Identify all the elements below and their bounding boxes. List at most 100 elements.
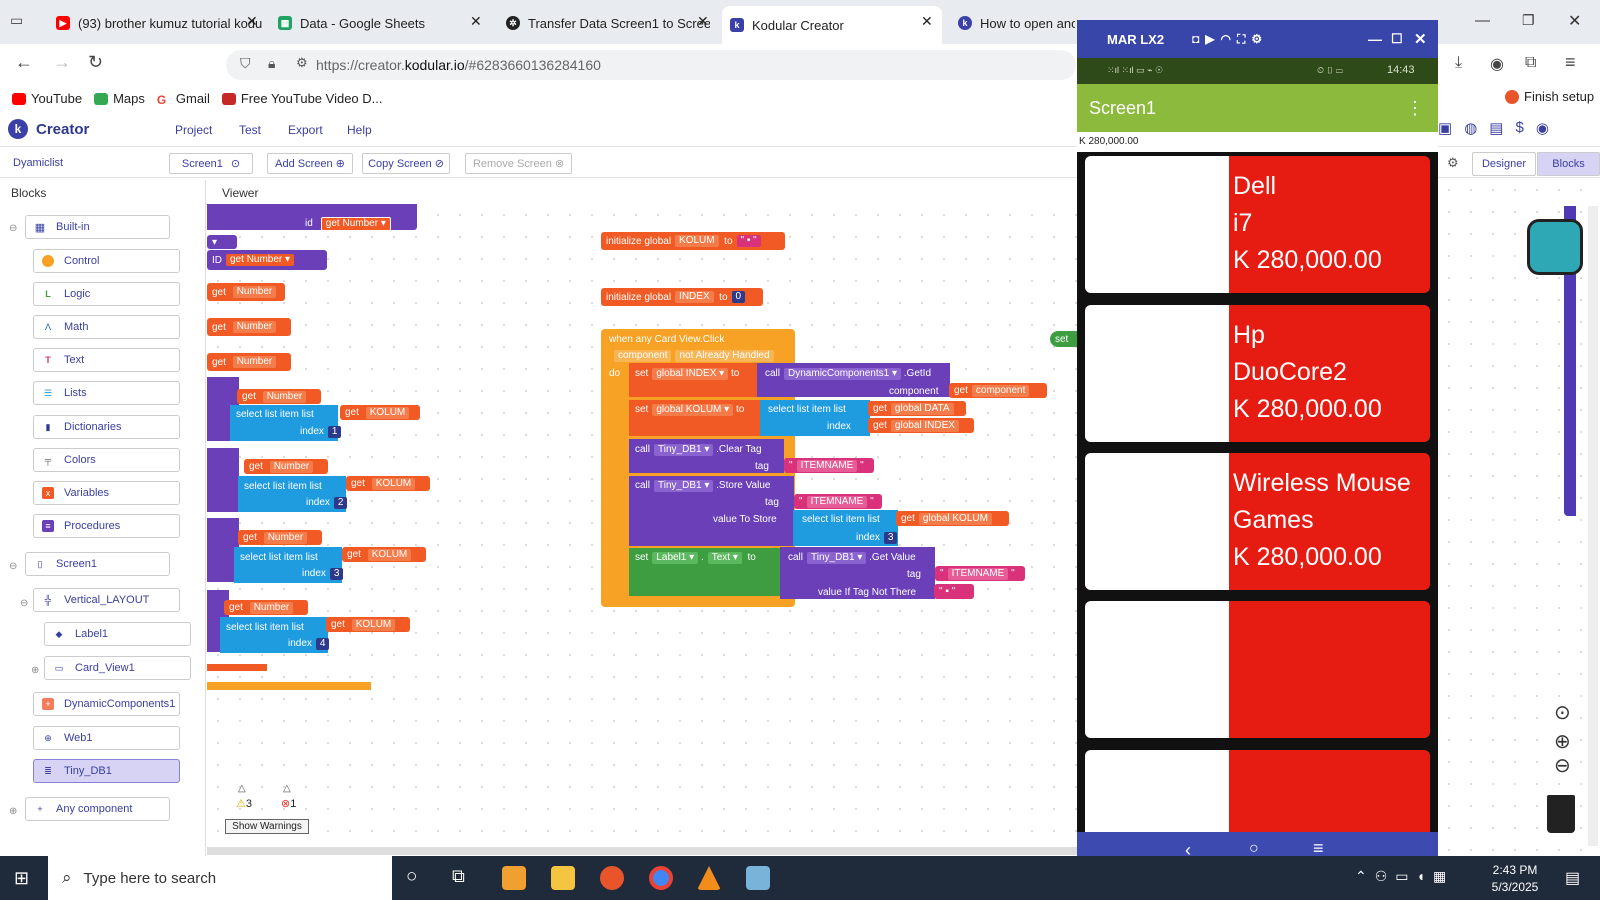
settings-icon[interactable]: ⚙ [1447,155,1459,171]
minimize-icon[interactable]: — [1368,31,1382,47]
close-icon[interactable]: ✕ [1414,30,1427,48]
product-card[interactable] [1085,750,1430,832]
close-tab-icon[interactable]: ✕ [921,13,933,30]
screen-selector[interactable]: Screen1 ⊙ [169,153,253,174]
get-number[interactable]: get Number ▾ [226,254,295,266]
download-icon[interactable]: ⤓ [1455,54,1462,72]
block-get-global-data[interactable]: get global DATA [868,401,966,416]
clock[interactable]: 2:43 PM 5/3/2025 [1475,862,1555,896]
product-card[interactable] [1085,601,1430,738]
palette-icon[interactable]: ◍ [1464,119,1477,137]
bookmark-free-youtube[interactable]: Free YouTube Video D... [221,91,383,106]
block-get-number[interactable]: get Number [237,389,321,404]
maximize-icon[interactable]: ☐ [1391,31,1403,47]
screen-icon[interactable]: ▣ [1438,119,1452,137]
var-dropdown[interactable]: global KOLUM ▾ [652,403,734,416]
empty-string[interactable]: " ▪ " [736,235,761,247]
block-get-global-kolum[interactable]: get global KOLUM [896,511,1009,526]
collapse-icon[interactable]: ⊖ [9,223,17,234]
product-card[interactable]: Hp DuoCore2 K 280,000.00 [1085,305,1430,442]
copy-screen-button[interactable]: Copy Screen ⊘ [362,153,450,174]
tab-google-sheets[interactable]: ▦ Data - Google Sheets [270,8,485,38]
forward-icon[interactable]: → [53,52,71,73]
close-tab-icon[interactable]: ✕ [246,13,258,30]
product-card[interactable]: Dell i7 K 280,000.00 [1085,156,1430,293]
address-bar[interactable]: https://creator. kodular.io/#628366013628… [226,50,1076,80]
product-card[interactable]: Wireless Mouse Games K 280,000.00 [1085,453,1430,590]
designer-tab[interactable]: Designer [1472,152,1536,176]
app-icon[interactable] [502,866,526,890]
file-explorer-icon[interactable] [551,866,575,890]
component-card-view1[interactable]: ▭ Card_View1 [44,656,191,680]
finish-setup-button[interactable]: Finish setup [1505,89,1594,104]
app-icon[interactable] [746,866,770,890]
windows-start-icon[interactable]: ⊞ [14,868,29,889]
cortana-icon[interactable]: ○ [406,866,417,888]
tab-actions-icon[interactable]: ▭ [10,12,23,29]
warnings-indicator[interactable]: ⚠ 3 [236,797,252,811]
block-get-number[interactable]: get Number [238,530,322,545]
drawer-text[interactable]: T Text [33,348,180,372]
block-get-global-index[interactable]: get global INDEX [868,418,974,433]
get-number[interactable]: get Number ▾ [320,216,391,231]
block-get-number[interactable]: get Number [224,600,308,615]
tab-kodular-creator[interactable]: k Kodular Creator [722,6,942,44]
remove-screen-button[interactable]: Remove Screen ⊗ [465,153,572,174]
errors-toggle[interactable]: △ [283,783,291,794]
horizontal-scrollbar[interactable] [207,847,1077,855]
block-get-number[interactable]: get Number [207,353,291,371]
drawer-procedures[interactable]: ≡ Procedures [33,514,180,538]
block-init-global-kolum[interactable]: initialize global KOLUM to " ▪ " [601,232,785,250]
collapse-icon[interactable]: ⊖ [20,598,28,609]
site-settings-icon[interactable]: ⚙ [296,55,308,71]
block-init-global-index[interactable]: initialize global INDEX to 0 [601,288,763,306]
zoom-in-icon[interactable]: ⊕ [1554,729,1571,754]
close-window-icon[interactable]: ✕ [1568,11,1581,31]
number-value[interactable]: 1 [327,425,342,438]
block-get-number[interactable]: get Number [207,283,285,301]
component-dropdown[interactable]: Tiny_DB1 ▾ [654,443,714,456]
drawer-lists[interactable]: ☰ Lists [33,381,180,405]
blocks-tab[interactable]: Blocks [1537,152,1600,176]
minimize-icon[interactable]: — [1475,12,1490,29]
dollar-icon[interactable]: $ [1515,119,1523,137]
overflow-menu-icon[interactable]: ⋮ [1406,98,1424,119]
property-dropdown[interactable]: Text ▾ [707,551,742,564]
tab-how-to-open[interactable]: k How to open anoth [950,8,1075,38]
chrome-icon[interactable] [649,866,673,890]
collapse-icon[interactable]: ⊖ [9,561,17,572]
drawer-dictionaries[interactable]: ▮ Dictionaries [33,415,180,439]
doc-icon[interactable]: ▤ [1489,119,1503,137]
component-vertical-layout[interactable]: ╬ Vertical_LAYOUT [33,588,180,612]
drawer-variables[interactable]: x Variables [33,481,180,505]
component-dynamiccomponents1[interactable]: + DynamicComponents1 [33,692,180,716]
number-value[interactable]: 3 [329,567,344,580]
zoom-out-icon[interactable]: ⊖ [1554,753,1571,778]
bookmark-maps[interactable]: Maps [94,91,145,106]
block-text-itemname[interactable]: " ITEMNAME " [794,494,882,509]
component-label1[interactable]: ◆ Label1 [44,622,191,646]
account-icon[interactable]: ◉ [1490,54,1504,74]
close-tab-icon[interactable]: ✕ [697,13,709,30]
block-text-itemname[interactable]: " ITEMNAME " [935,566,1025,581]
var-dropdown[interactable]: global INDEX ▾ [652,367,729,380]
block-empty-string[interactable]: " ▪ " [934,584,974,599]
tab-youtube[interactable]: ▶ (93) brother kumuz tutorial kodu [48,8,263,38]
block-id[interactable]: id get Number ▾ [305,216,391,231]
drawer-math[interactable]: Λ Math [33,315,180,339]
menu-test[interactable]: Test [239,123,261,137]
system-tray-icons[interactable]: ⌃⚇▭◖▦ [1355,868,1454,885]
component-any[interactable]: + Any component [25,797,170,821]
recenter-icon[interactable]: ⊙ [1554,700,1571,725]
menu-export[interactable]: Export [288,123,323,137]
component-dropdown[interactable]: Label1 ▾ [652,551,699,564]
number-value[interactable]: 3 [883,531,898,544]
warnings-toggle[interactable]: △ [238,783,246,794]
block-get-kolum[interactable]: get KOLUM [342,547,426,562]
builtin-group[interactable]: ▦ Built-in [25,215,170,239]
expand-icon[interactable]: ⊕ [9,806,17,817]
trash-icon[interactable] [1547,795,1575,833]
back-icon[interactable]: ← [15,52,33,73]
backpack-icon[interactable] [1527,219,1583,275]
block-get-number[interactable]: get Number [207,318,291,336]
